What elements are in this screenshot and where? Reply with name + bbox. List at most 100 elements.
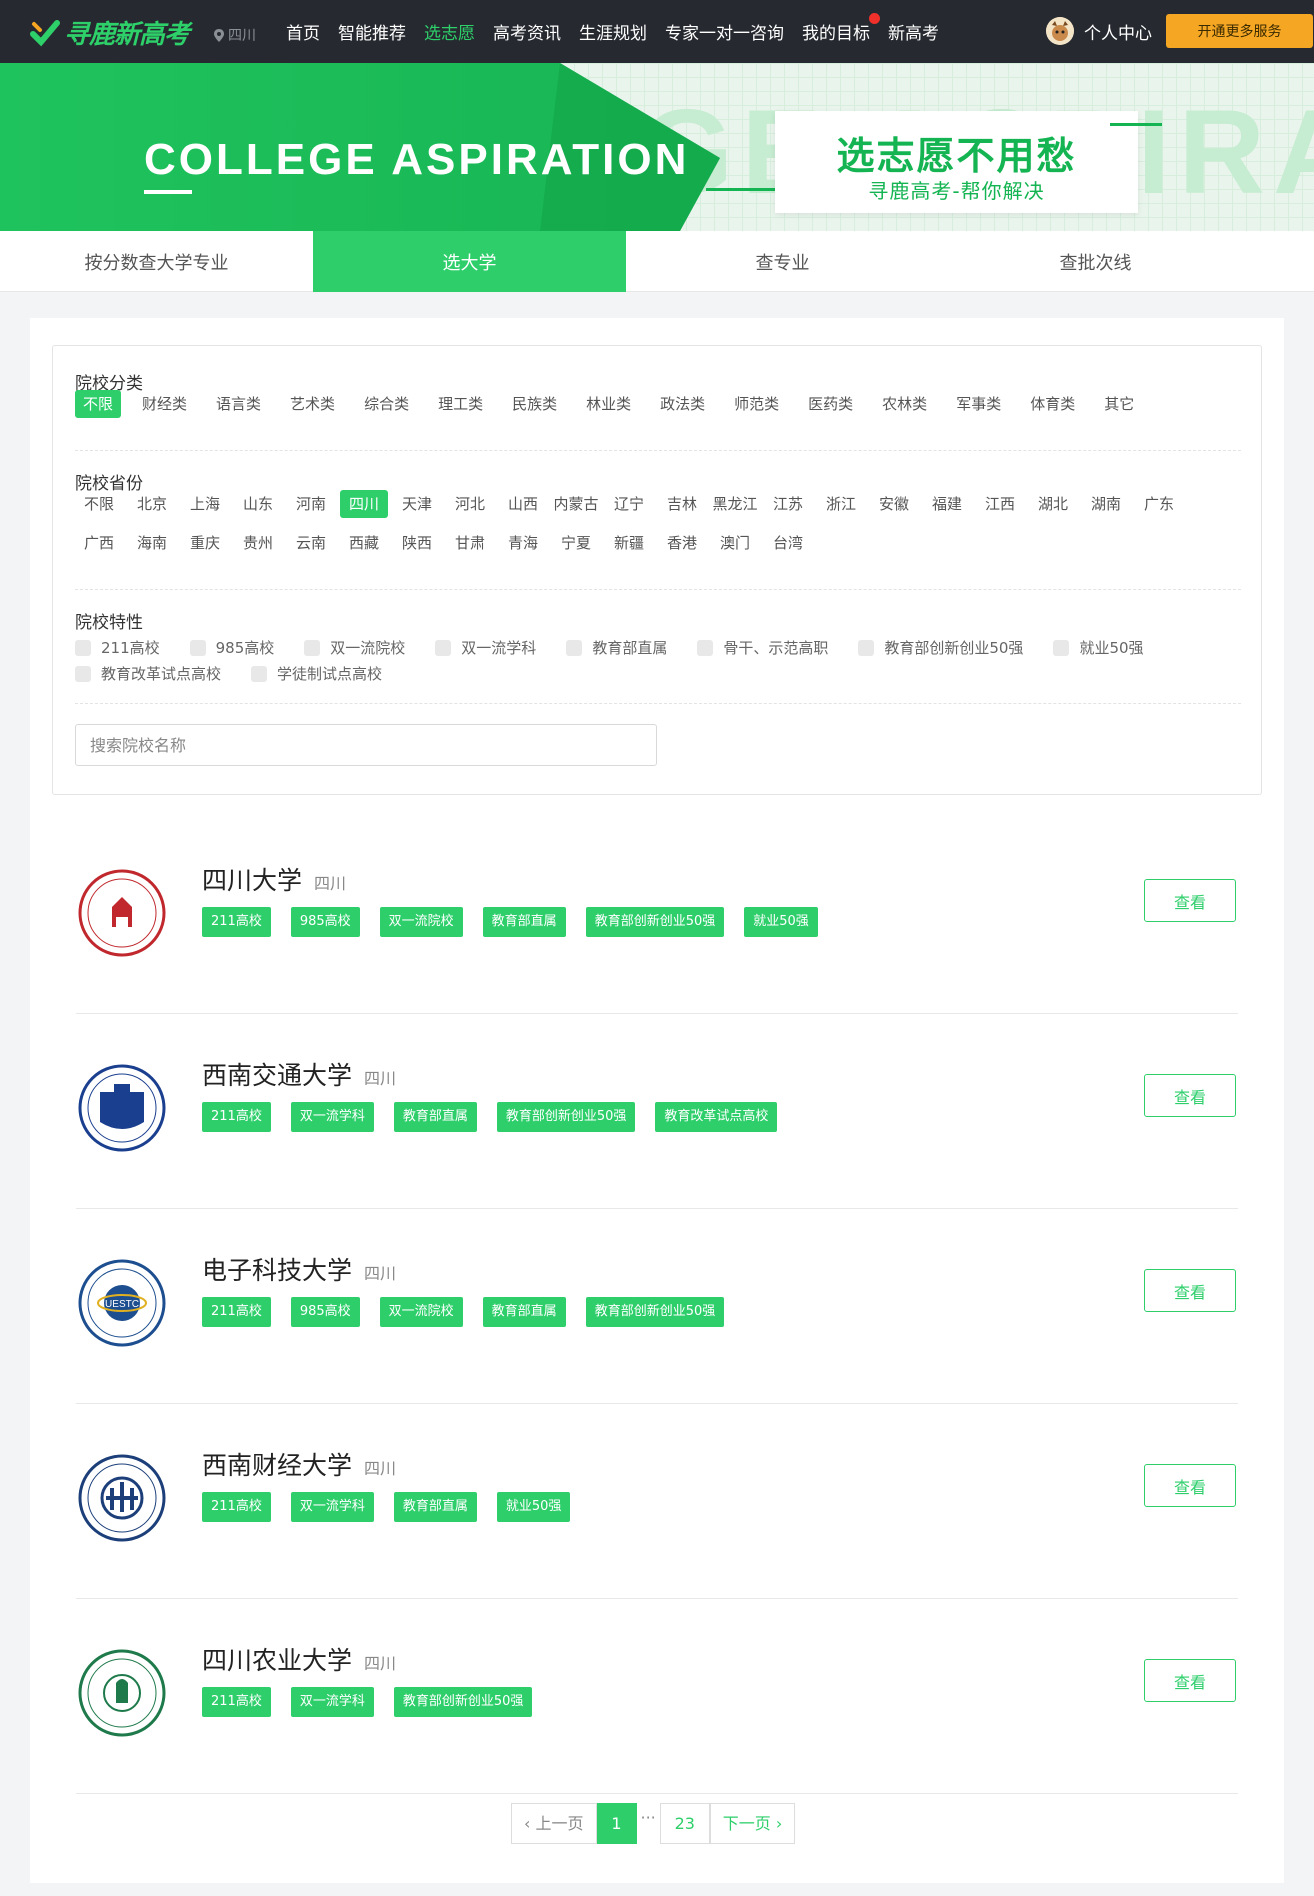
checkbox-box[interactable] bbox=[251, 665, 268, 682]
filter-chip[interactable]: 军事类 bbox=[948, 390, 1009, 418]
nav-item-3[interactable]: 高考资讯 bbox=[493, 19, 561, 44]
checkbox-box[interactable] bbox=[566, 639, 583, 656]
filter-chip[interactable]: 贵州 bbox=[234, 529, 282, 557]
filter-chip[interactable]: 天津 bbox=[393, 490, 441, 518]
filter-chip[interactable]: 其它 bbox=[1096, 390, 1142, 418]
filter-chip[interactable]: 语言类 bbox=[208, 390, 269, 418]
school-name-text[interactable]: 西南交通大学 bbox=[202, 1061, 352, 1090]
school-name[interactable]: 四川大学 四川 bbox=[202, 861, 346, 897]
filter-chip[interactable]: 西藏 bbox=[340, 529, 388, 557]
filter-chip[interactable]: 青海 bbox=[499, 529, 547, 557]
filter-chip[interactable]: 政法类 bbox=[652, 390, 713, 418]
filter-chip[interactable]: 不限 bbox=[75, 390, 122, 418]
checkbox-box[interactable] bbox=[75, 639, 91, 656]
next-page-button[interactable]: 下一页 › bbox=[709, 1803, 796, 1844]
nav-item-7[interactable]: 新高考 bbox=[888, 19, 939, 44]
filter-chip[interactable]: 农林类 bbox=[874, 390, 935, 418]
filter-chip[interactable]: 综合类 bbox=[356, 390, 417, 418]
feature-checkbox[interactable]: 就业50强 bbox=[1053, 637, 1144, 658]
filter-chip[interactable]: 上海 bbox=[181, 490, 229, 518]
school-logo[interactable] bbox=[76, 1062, 168, 1154]
feature-checkbox[interactable]: 211高校 bbox=[75, 637, 160, 658]
feature-checkbox[interactable]: 学徒制试点高校 bbox=[251, 663, 382, 684]
school-name[interactable]: 西南财经大学 四川 bbox=[202, 1446, 396, 1482]
filter-chip[interactable]: 林业类 bbox=[578, 390, 639, 418]
nav-item-1[interactable]: 智能推荐 bbox=[338, 19, 406, 44]
view-school-button[interactable]: 查看 bbox=[1144, 1269, 1236, 1312]
nav-item-6[interactable]: 我的目标 bbox=[802, 13, 880, 44]
filter-chip[interactable]: 医药类 bbox=[800, 390, 861, 418]
vip-service-button[interactable]: 开通更多服务 bbox=[1166, 14, 1313, 48]
feature-checkbox[interactable]: 骨干、示范高职 bbox=[697, 637, 828, 658]
filter-chip[interactable]: 江西 bbox=[976, 490, 1024, 518]
checkbox-box[interactable] bbox=[304, 639, 321, 656]
filter-chip[interactable]: 师范类 bbox=[726, 390, 787, 418]
filter-chip[interactable]: 陕西 bbox=[393, 529, 441, 557]
location-selector[interactable]: 四川 bbox=[214, 25, 256, 45]
filter-chip[interactable]: 浙江 bbox=[817, 490, 865, 518]
logo[interactable]: 寻鹿新高考 bbox=[30, 14, 190, 51]
view-school-button[interactable]: 查看 bbox=[1144, 1074, 1236, 1117]
school-name-text[interactable]: 四川农业大学 bbox=[202, 1646, 352, 1675]
filter-chip[interactable]: 甘肃 bbox=[446, 529, 494, 557]
filter-chip[interactable]: 湖南 bbox=[1082, 490, 1130, 518]
school-name-text[interactable]: 四川大学 bbox=[202, 866, 302, 895]
feature-checkbox[interactable]: 双一流学科 bbox=[435, 637, 536, 658]
filter-chip[interactable]: 海南 bbox=[128, 529, 176, 557]
filter-chip[interactable]: 香港 bbox=[658, 529, 706, 557]
school-name-text[interactable]: 西南财经大学 bbox=[202, 1451, 352, 1480]
school-logo[interactable] bbox=[76, 1647, 168, 1739]
tab-batch-line[interactable]: 查批次线 bbox=[939, 231, 1252, 292]
filter-chip[interactable]: 财经类 bbox=[134, 390, 195, 418]
school-name[interactable]: 四川农业大学 四川 bbox=[202, 1641, 396, 1677]
filter-chip[interactable]: 澳门 bbox=[711, 529, 759, 557]
filter-chip[interactable]: 山西 bbox=[499, 490, 547, 518]
checkbox-box[interactable] bbox=[189, 639, 206, 656]
filter-chip[interactable]: 台湾 bbox=[764, 529, 812, 557]
user-center[interactable]: 个人中心 bbox=[1046, 17, 1152, 45]
feature-checkbox[interactable]: 教育部直属 bbox=[566, 637, 667, 658]
filter-chip[interactable]: 河北 bbox=[446, 490, 494, 518]
filter-chip[interactable]: 不限 bbox=[75, 490, 123, 518]
nav-item-0[interactable]: 首页 bbox=[286, 19, 320, 44]
view-school-button[interactable]: 查看 bbox=[1144, 879, 1236, 922]
school-name-text[interactable]: 电子科技大学 bbox=[202, 1256, 352, 1285]
school-search-input[interactable] bbox=[75, 724, 657, 766]
page-last-button[interactable]: 23 bbox=[659, 1803, 710, 1844]
filter-chip[interactable]: 山东 bbox=[234, 490, 282, 518]
checkbox-box[interactable] bbox=[435, 639, 452, 656]
filter-chip[interactable]: 重庆 bbox=[181, 529, 229, 557]
feature-checkbox[interactable]: 教育改革试点高校 bbox=[75, 663, 221, 684]
filter-chip[interactable]: 艺术类 bbox=[282, 390, 343, 418]
school-logo[interactable] bbox=[76, 867, 168, 959]
filter-chip[interactable]: 体育类 bbox=[1022, 390, 1083, 418]
view-school-button[interactable]: 查看 bbox=[1144, 1464, 1236, 1507]
school-name[interactable]: 电子科技大学 四川 bbox=[202, 1251, 396, 1287]
filter-chip[interactable]: 黑龙江 bbox=[711, 490, 759, 518]
filter-chip[interactable]: 宁夏 bbox=[552, 529, 600, 557]
tab-search-major[interactable]: 查专业 bbox=[626, 231, 939, 292]
tab-score-search[interactable]: 按分数查大学专业 bbox=[0, 231, 313, 292]
filter-chip[interactable]: 民族类 bbox=[504, 390, 565, 418]
feature-checkbox[interactable]: 教育部创新创业50强 bbox=[858, 637, 1023, 658]
checkbox-box[interactable] bbox=[75, 665, 91, 682]
filter-chip[interactable]: 内蒙古 bbox=[552, 490, 600, 518]
view-school-button[interactable]: 查看 bbox=[1144, 1659, 1236, 1702]
tab-choose-university[interactable]: 选大学 bbox=[313, 231, 626, 292]
nav-item-5[interactable]: 专家一对一咨询 bbox=[665, 19, 784, 44]
filter-chip[interactable]: 辽宁 bbox=[605, 490, 653, 518]
school-logo[interactable] bbox=[76, 1452, 168, 1544]
filter-chip[interactable]: 广东 bbox=[1135, 490, 1183, 518]
filter-chip[interactable]: 河南 bbox=[287, 490, 335, 518]
filter-chip[interactable]: 江苏 bbox=[764, 490, 812, 518]
school-logo[interactable]: UESTC bbox=[76, 1257, 168, 1349]
filter-chip[interactable]: 广西 bbox=[75, 529, 123, 557]
prev-page-button[interactable]: ‹ 上一页 bbox=[511, 1803, 597, 1844]
nav-item-4[interactable]: 生涯规划 bbox=[579, 19, 647, 44]
filter-chip[interactable]: 北京 bbox=[128, 490, 176, 518]
filter-chip[interactable]: 理工类 bbox=[430, 390, 491, 418]
filter-chip[interactable]: 安徽 bbox=[870, 490, 918, 518]
filter-chip[interactable]: 吉林 bbox=[658, 490, 706, 518]
nav-item-2[interactable]: 选志愿 bbox=[424, 19, 475, 44]
feature-checkbox[interactable]: 985高校 bbox=[189, 637, 274, 658]
